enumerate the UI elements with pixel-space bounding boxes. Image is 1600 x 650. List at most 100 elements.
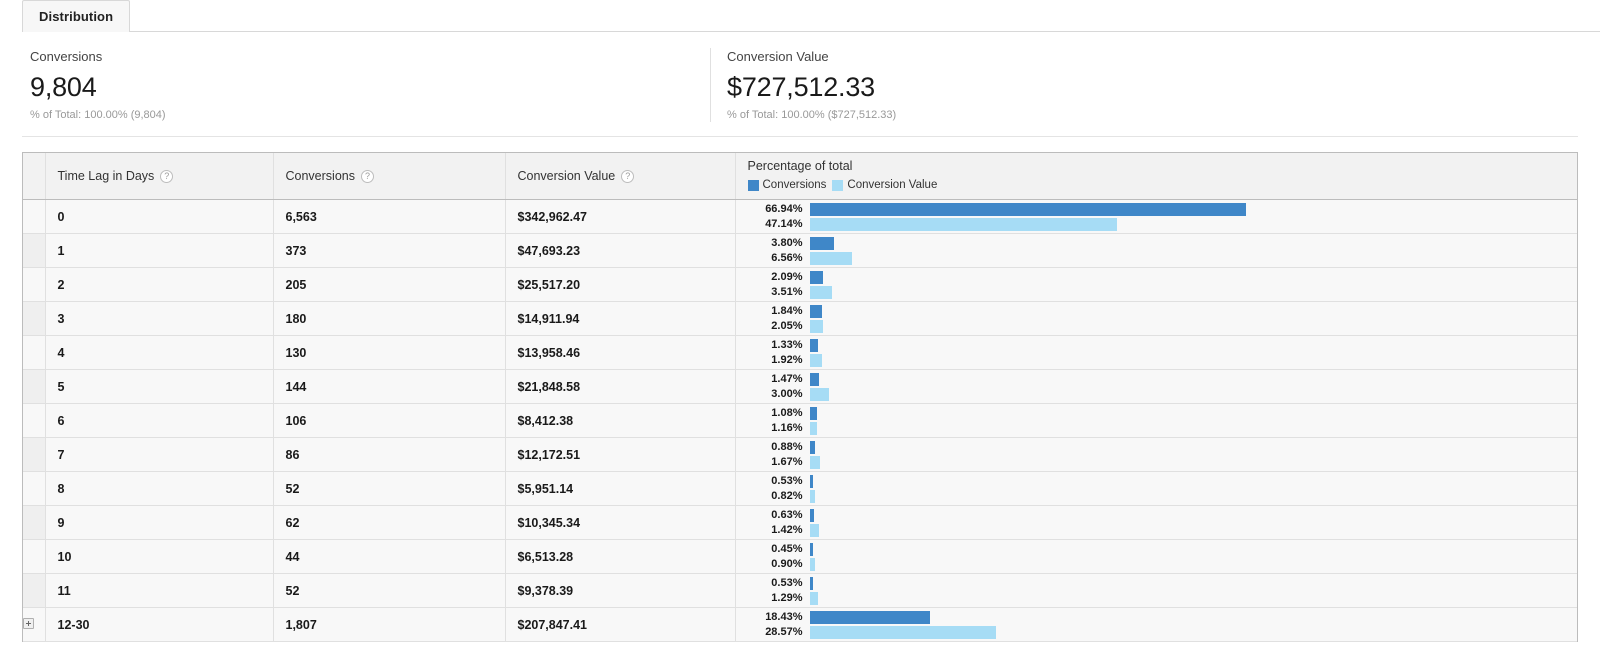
- cell-conversions: 180: [273, 301, 506, 336]
- header-conversions[interactable]: Conversions ?: [273, 153, 506, 200]
- cell-percentage-bars: 3.80% 6.56%: [735, 233, 1577, 268]
- report-table: Time Lag in Days ? Conversions ? Convers…: [23, 153, 1577, 642]
- bar-percent-label-conversion-value: 47.14%: [765, 217, 803, 230]
- row-expander-cell: [23, 539, 46, 574]
- bar-conversion-value: [809, 421, 818, 435]
- row-expander-cell: [23, 505, 46, 540]
- table-row[interactable]: 8 52 $5,951.14 0.53% 0.82%: [23, 471, 1577, 506]
- bar-row-conversion-value: 0.90%: [738, 557, 1578, 571]
- bar-conversions: [809, 236, 835, 250]
- bar-conversions: [809, 508, 814, 522]
- help-icon-time-lag[interactable]: ?: [160, 169, 174, 183]
- bar-percent-label-conversions: 66.94%: [765, 202, 803, 215]
- plus-expand-icon[interactable]: [23, 617, 34, 629]
- legend-item-conversion-value: Conversion Value: [832, 178, 937, 193]
- table-row[interactable]: 4 130 $13,958.46 1.33% 1.92%: [23, 335, 1578, 370]
- bar-row-conversion-value: 3.00%: [738, 387, 1578, 401]
- cell-time-lag: 6: [45, 403, 274, 438]
- table-row[interactable]: 7 86 $12,172.51 0.88% 1.67%: [23, 437, 1578, 472]
- tab-distribution-label: Distribution: [39, 9, 114, 24]
- legend-item-conversions: Conversions: [747, 178, 826, 193]
- metric-conversion-value-subtext: % of Total: 100.00% ($727,512.33): [727, 109, 897, 121]
- table-row[interactable]: 11 52 $9,378.39 0.53% 1.29%: [23, 573, 1578, 608]
- bar-percent-label-conversions: 1.47%: [771, 372, 803, 385]
- row-expander-cell[interactable]: [23, 607, 46, 642]
- help-icon-conversions[interactable]: ?: [360, 169, 374, 183]
- bar-conversion-value: [809, 387, 830, 401]
- cell-conversions: 52: [273, 573, 506, 608]
- row-expander-cell: [23, 573, 46, 608]
- cell-percentage-bars: 2.09% 3.51%: [735, 267, 1578, 302]
- bar-row-conversions: 1.84%: [738, 304, 1578, 318]
- bar-row-conversion-value: 1.92%: [738, 353, 1578, 367]
- bar-conversions: [809, 372, 820, 386]
- cell-time-lag: 11: [45, 573, 274, 608]
- bar-percent-label-conversion-value: 0.90%: [771, 557, 803, 570]
- cell-time-lag: 3: [45, 301, 274, 336]
- bar-conversion-value: [809, 217, 1117, 231]
- table-row[interactable]: 9 62 $10,345.34 0.63% 1.42%: [23, 505, 1577, 540]
- table-row[interactable]: 5 144 $21,848.58 1.47% 3.00%: [23, 369, 1578, 404]
- tab-distribution[interactable]: Distribution: [22, 0, 131, 32]
- header-conversion-value[interactable]: Conversion Value ?: [505, 153, 736, 200]
- cell-conversion-value: $25,517.20: [505, 267, 736, 302]
- metric-conversions-value: 9,804: [30, 72, 97, 102]
- legend-label-conversion-value: Conversion Value: [847, 179, 938, 191]
- row-expander-cell: [23, 301, 46, 336]
- metric-conversion-value: Conversion Value $727,512.33 % of Total:…: [710, 48, 896, 122]
- cell-time-lag: 7: [45, 437, 274, 472]
- bar-row-conversions: 1.08%: [738, 406, 1578, 420]
- cell-conversions: 44: [273, 539, 506, 574]
- table-row[interactable]: 10 44 $6,513.28 0.45% 0.90%: [23, 539, 1578, 574]
- cell-time-lag: 10: [45, 539, 274, 574]
- table-row[interactable]: 2 205 $25,517.20 2.09% 3.51%: [23, 267, 1578, 302]
- header-conversion-value-label: Conversion Value: [517, 169, 616, 183]
- row-expander-cell: [23, 199, 46, 234]
- bar-conversion-value: [809, 625, 996, 639]
- cell-percentage-bars: 0.63% 1.42%: [735, 505, 1577, 540]
- row-expander-cell: [23, 335, 46, 370]
- cell-percentage-bars: 1.08% 1.16%: [735, 403, 1578, 438]
- row-expander-cell: [23, 369, 46, 404]
- help-icon-conversion-value[interactable]: ?: [621, 169, 635, 183]
- cell-time-lag: 4: [45, 335, 274, 370]
- bar-conversion-value: [809, 489, 815, 503]
- bar-conversions: [809, 304, 822, 318]
- cell-conversions: 86: [273, 437, 506, 472]
- bar-percent-label-conversions: 0.88%: [771, 440, 803, 453]
- bar-percent-label-conversions: 2.09%: [771, 270, 803, 283]
- bar-percent-label-conversion-value: 28.57%: [765, 625, 803, 638]
- bar-percent-label-conversions: 0.63%: [771, 508, 803, 521]
- bar-percent-label-conversions: 1.08%: [771, 406, 803, 419]
- header-time-lag[interactable]: Time Lag in Days ?: [45, 153, 274, 200]
- table-row[interactable]: 1 373 $47,693.23 3.80% 6.56%: [23, 233, 1577, 268]
- bar-percent-label-conversion-value: 2.05%: [771, 319, 803, 332]
- table-row[interactable]: 3 180 $14,911.94 1.84% 2.05%: [23, 301, 1578, 336]
- table-row[interactable]: 0 6,563 $342,962.47 66.94% 47.14%: [23, 199, 1578, 234]
- bar-conversions: [809, 610, 930, 624]
- bar-percent-label-conversion-value: 3.00%: [771, 387, 803, 400]
- bar-percent-label-conversions: 1.84%: [771, 304, 803, 317]
- bar-row-conversions: 66.94%: [738, 202, 1578, 216]
- bar-percent-label-conversions: 18.43%: [765, 610, 803, 623]
- cell-conversion-value: $21,848.58: [505, 369, 736, 404]
- metric-conversion-value-label: Conversion Value: [727, 49, 829, 64]
- table-row[interactable]: 6 106 $8,412.38 1.08% 1.16%: [23, 403, 1578, 438]
- header-percentage-of-total: Percentage of total Conversions Conversi…: [735, 153, 1577, 200]
- bar-percent-label-conversion-value: 1.67%: [771, 455, 803, 468]
- cell-percentage-bars: 0.53% 0.82%: [735, 471, 1577, 506]
- bar-conversions: [809, 406, 817, 420]
- cell-conversions: 205: [273, 267, 506, 302]
- cell-time-lag: 2: [45, 267, 274, 302]
- bar-row-conversions: 0.45%: [738, 542, 1578, 556]
- bar-row-conversions: 0.88%: [738, 440, 1578, 454]
- row-expander-cell: [23, 437, 46, 472]
- bar-row-conversion-value: 3.51%: [738, 285, 1578, 299]
- bar-row-conversion-value: 1.29%: [738, 591, 1578, 605]
- bar-row-conversion-value: 1.67%: [738, 455, 1578, 469]
- legend-swatch-conversion-value: [832, 180, 844, 191]
- cell-conversions: 144: [273, 369, 506, 404]
- cell-time-lag: 12-30: [45, 607, 274, 642]
- metric-conversions-subtext: % of Total: 100.00% (9,804): [30, 109, 166, 121]
- table-row[interactable]: 12-30 1,807 $207,847.41 18.43% 28.57%: [23, 607, 1577, 642]
